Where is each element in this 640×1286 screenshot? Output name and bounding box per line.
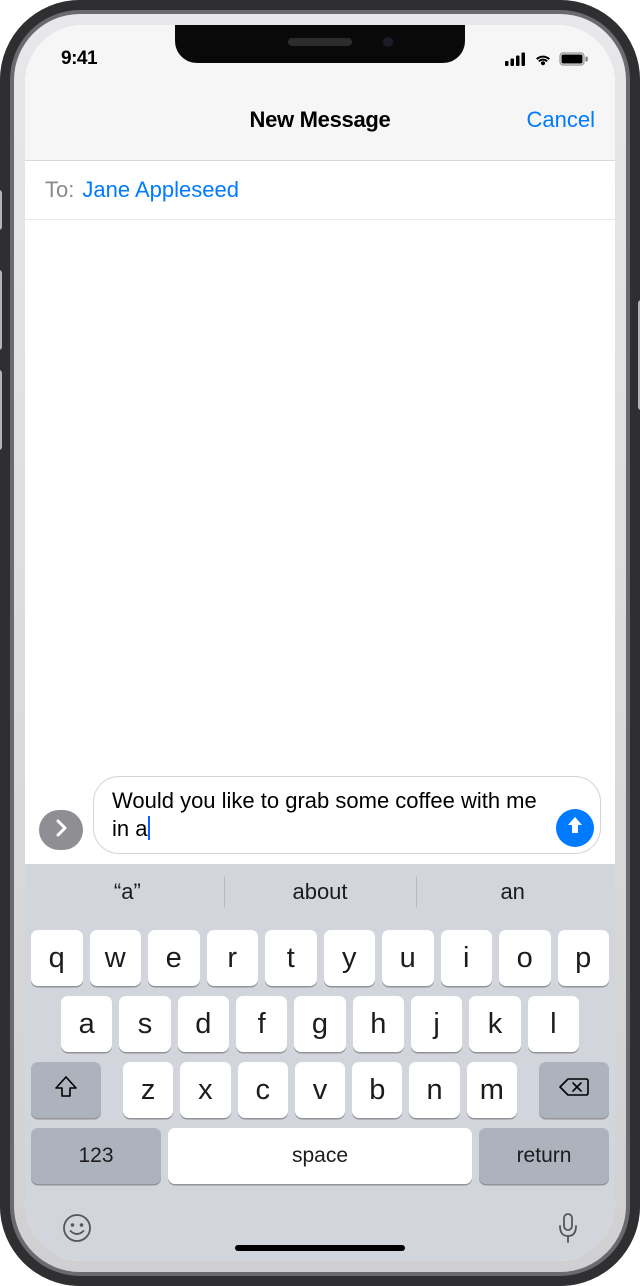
key-q[interactable]: q	[31, 930, 83, 986]
message-text: Would you like to grab some coffee with …	[112, 788, 537, 841]
space-key[interactable]: space	[168, 1128, 472, 1184]
notch	[175, 25, 465, 63]
suggestion-1[interactable]: about	[224, 864, 417, 920]
key-l[interactable]: l	[528, 996, 579, 1052]
front-camera	[381, 35, 395, 49]
speaker-slot	[288, 38, 352, 46]
shift-key[interactable]	[31, 1062, 101, 1118]
key-m[interactable]: m	[467, 1062, 517, 1118]
status-time: 9:41	[61, 48, 97, 70]
key-z[interactable]: z	[123, 1062, 173, 1118]
backspace-icon	[559, 1077, 589, 1103]
key-y[interactable]: y	[324, 930, 376, 986]
content-area: To: Jane Appleseed Would you like to gra…	[25, 161, 615, 1261]
key-k[interactable]: k	[469, 996, 520, 1052]
key-x[interactable]: x	[180, 1062, 230, 1118]
cellular-icon	[505, 52, 527, 66]
suggestion-0[interactable]: “a”	[31, 864, 224, 920]
chevron-right-icon	[54, 819, 68, 842]
to-label: To:	[45, 177, 74, 203]
home-indicator[interactable]	[235, 1245, 405, 1251]
key-e[interactable]: e	[148, 930, 200, 986]
key-u[interactable]: u	[382, 930, 434, 986]
arrow-up-icon	[566, 814, 584, 842]
key-d[interactable]: d	[178, 996, 229, 1052]
return-key[interactable]: return	[479, 1128, 609, 1184]
key-r[interactable]: r	[207, 930, 259, 986]
keyboard: “a” about an q w e r t y u i o p	[25, 864, 615, 1261]
screen: 9:41 New Message Cancel To: Jane Applese…	[25, 25, 615, 1261]
conversation-area[interactable]	[25, 220, 615, 768]
page-title: New Message	[250, 107, 391, 133]
nav-bar: New Message Cancel	[25, 79, 615, 161]
text-caret	[148, 816, 150, 840]
key-a[interactable]: a	[61, 996, 112, 1052]
to-field[interactable]: To: Jane Appleseed	[25, 161, 615, 220]
key-i[interactable]: i	[441, 930, 493, 986]
key-t[interactable]: t	[265, 930, 317, 986]
message-input[interactable]: Would you like to grab some coffee with …	[93, 776, 601, 854]
backspace-key[interactable]	[539, 1062, 609, 1118]
to-recipient[interactable]: Jane Appleseed	[82, 177, 239, 203]
numbers-key[interactable]: 123	[31, 1128, 161, 1184]
key-c[interactable]: c	[238, 1062, 288, 1118]
key-b[interactable]: b	[352, 1062, 402, 1118]
side-button	[0, 270, 2, 350]
key-g[interactable]: g	[294, 996, 345, 1052]
device-frame: 9:41 New Message Cancel To: Jane Applese…	[0, 0, 640, 1286]
status-right	[505, 52, 589, 66]
send-button[interactable]	[556, 809, 594, 847]
key-s[interactable]: s	[119, 996, 170, 1052]
key-n[interactable]: n	[409, 1062, 459, 1118]
side-button	[0, 190, 2, 230]
battery-icon	[559, 52, 589, 66]
dictation-button[interactable]	[557, 1212, 579, 1249]
key-j[interactable]: j	[411, 996, 462, 1052]
wifi-icon	[533, 52, 553, 66]
key-v[interactable]: v	[295, 1062, 345, 1118]
suggestion-bar: “a” about an	[31, 864, 609, 920]
shift-icon	[54, 1076, 78, 1104]
expand-apps-button[interactable]	[39, 810, 83, 850]
suggestion-2[interactable]: an	[416, 864, 609, 920]
key-o[interactable]: o	[499, 930, 551, 986]
emoji-button[interactable]	[61, 1212, 93, 1249]
side-button	[0, 370, 2, 450]
cancel-button[interactable]: Cancel	[527, 107, 595, 133]
key-h[interactable]: h	[353, 996, 404, 1052]
compose-bar: Would you like to grab some coffee with …	[25, 768, 615, 864]
key-w[interactable]: w	[90, 930, 142, 986]
key-p[interactable]: p	[558, 930, 610, 986]
key-f[interactable]: f	[236, 996, 287, 1052]
